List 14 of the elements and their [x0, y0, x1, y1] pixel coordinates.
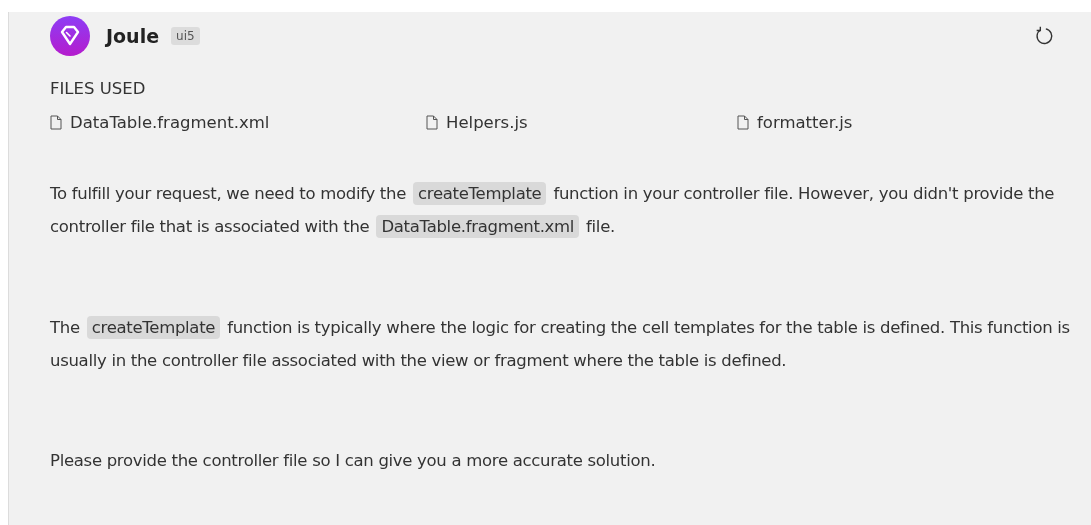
- file-link[interactable]: formatter.js: [757, 113, 853, 132]
- refresh-icon[interactable]: [1033, 25, 1055, 47]
- message-paragraph: The createTemplate function is typically where the logic for creating the cell templates for the table is defined. This function is usually in the controller file associated with the view or fragment where the table is defined.: [50, 315, 1070, 372]
- assistant-name: Joule: [106, 25, 160, 47]
- ui5-badge: ui5: [171, 27, 200, 45]
- file-link[interactable]: DataTable.fragment.xml: [70, 113, 270, 132]
- file-icon: [426, 115, 438, 130]
- message-paragraph: Please provide the controller file so I can give you a more accurate solution.: [50, 450, 657, 472]
- files-used-heading: FILES USED: [50, 79, 147, 98]
- message-paragraph: To fulfill your request, we need to modify the createTemplate function in your controller file. However, you didn't provide the controller file that is associated with the DataTable.fragment.xml file.: [50, 181, 1056, 240]
- file-link[interactable]: Helpers.js: [446, 113, 528, 132]
- file-icon: [50, 115, 62, 130]
- diamond-avatar-icon: [50, 16, 90, 56]
- file-icon: [737, 115, 749, 130]
